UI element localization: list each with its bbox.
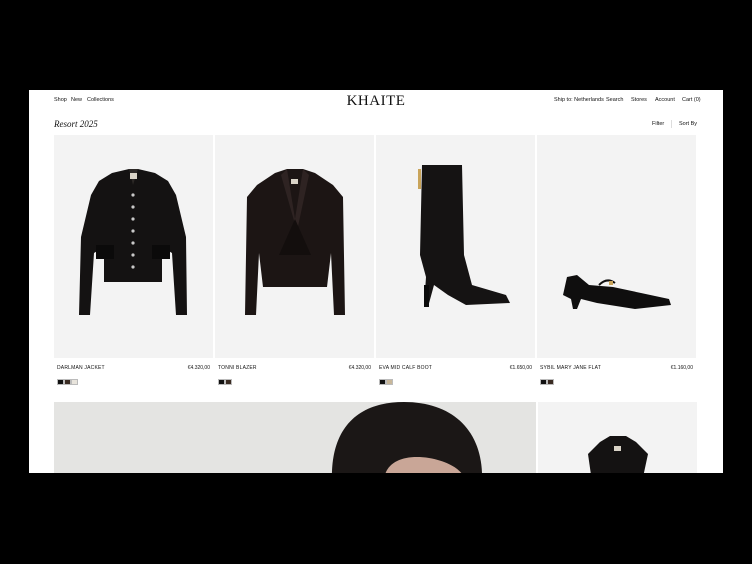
nav-cart[interactable]: Cart (0) [682, 97, 701, 103]
color-swatch[interactable] [547, 379, 554, 385]
color-swatch[interactable] [71, 379, 78, 385]
color-swatch[interactable] [64, 379, 71, 385]
product-name[interactable]: EVA MID CALF BOOT [379, 365, 432, 371]
product-card[interactable]: SYBIL MARY JANE FLAT €1.160,00 [537, 135, 696, 385]
product-image[interactable] [376, 135, 535, 358]
nav-account[interactable]: Account [655, 97, 675, 103]
product-image[interactable] [54, 135, 213, 358]
toolbar-divider [671, 120, 672, 128]
product-card[interactable]: DARLMAN JACKET €4.320,00 [54, 135, 213, 385]
product-name[interactable]: SYBIL MARY JANE FLAT [540, 365, 601, 371]
color-swatch[interactable] [218, 379, 225, 385]
color-swatch[interactable] [379, 379, 386, 385]
color-swatch[interactable] [57, 379, 64, 385]
nav-stores[interactable]: Stores [631, 97, 647, 103]
filter-button[interactable]: Filter [652, 121, 664, 127]
sort-button[interactable]: Sort By [679, 121, 697, 127]
nav-ship-to[interactable]: Ship to: Netherlands [554, 97, 604, 103]
product-card[interactable]: EVA MID CALF BOOT €1.650,00 [376, 135, 535, 385]
browser-page: Shop New Collections KHAITE Ship to: Net… [29, 90, 723, 473]
product-name[interactable]: TONNI BLAZER [218, 365, 257, 371]
product-image[interactable] [537, 135, 696, 358]
editorial-banner[interactable] [54, 402, 536, 473]
color-swatch[interactable] [386, 379, 393, 385]
product-price: €1.650,00 [509, 365, 532, 371]
product-price: €1.160,00 [670, 365, 693, 371]
product-card[interactable]: TONNI BLAZER €4.320,00 [215, 135, 374, 385]
color-swatch[interactable] [225, 379, 232, 385]
product-image[interactable] [215, 135, 374, 358]
product-price: €4.320,00 [187, 365, 210, 371]
color-swatch[interactable] [540, 379, 547, 385]
nav-search[interactable]: Search [606, 97, 623, 103]
product-price: €4.320,00 [348, 365, 371, 371]
top-nav: Shop New Collections KHAITE Ship to: Net… [29, 90, 723, 112]
product-image[interactable] [538, 402, 697, 473]
collection-title: Resort 2025 [54, 119, 98, 129]
product-name[interactable]: DARLMAN JACKET [57, 365, 105, 371]
